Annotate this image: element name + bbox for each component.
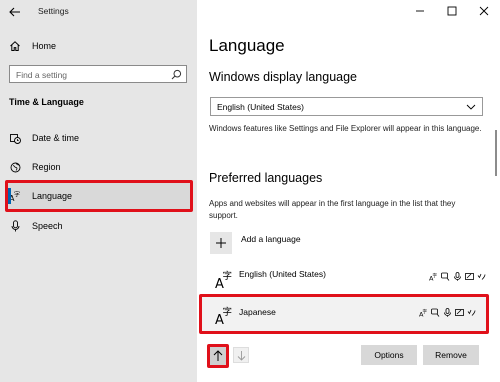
text-to-speech-icon [441, 268, 450, 281]
home-icon [8, 39, 22, 53]
globe-region-icon [9, 161, 21, 173]
handwriting-icon [465, 268, 474, 280]
page-title: Language [209, 36, 285, 55]
svg-text:字: 字 [433, 272, 438, 279]
language-glyph-icon: A字 [215, 306, 233, 326]
add-language-button[interactable]: Add a language [210, 231, 301, 255]
main-panel: Language Windows display language Englis… [197, 0, 500, 382]
display-language-feature-icon: A字 [419, 304, 428, 319]
close-icon [479, 6, 489, 16]
sidebar-item-label: Speech [32, 221, 63, 231]
move-up-button[interactable] [207, 344, 229, 368]
scrollbar[interactable] [495, 130, 497, 176]
language-features: A字 [419, 304, 476, 319]
text-to-speech-icon [431, 304, 440, 317]
add-language-label: Add a language [241, 233, 301, 244]
language-features: A字 [429, 268, 486, 283]
display-language-heading: Windows display language [209, 70, 358, 84]
preferred-languages-heading: Preferred languages [209, 171, 323, 185]
language-name: Japanese [239, 307, 276, 317]
sidebar-item-speech[interactable]: Speech [5, 212, 193, 240]
speech-recognition-icon [443, 304, 452, 317]
title-bar: Settings [0, 0, 197, 24]
chevron-down-icon [466, 104, 476, 110]
close-button[interactable] [468, 0, 500, 22]
plus-icon [210, 232, 232, 254]
move-down-button[interactable] [233, 347, 249, 363]
display-language-description: Windows features like Settings and File … [209, 124, 482, 133]
display-language-feature-icon: A字 [429, 268, 438, 283]
language-glyph-icon: A字 [215, 270, 233, 290]
microphone-icon [9, 220, 21, 232]
display-language-dropdown[interactable]: English (United States) [210, 97, 483, 116]
back-button[interactable] [7, 4, 23, 20]
basic-typing-icon [467, 304, 476, 316]
app-title: Settings [38, 6, 69, 16]
language-item-japanese[interactable]: A字 Japanese A字 [199, 294, 489, 334]
speech-recognition-icon [453, 268, 462, 281]
minimize-button[interactable] [404, 0, 436, 22]
sidebar-item-label: Language [32, 191, 73, 201]
home-label: Home [32, 41, 57, 51]
maximize-icon [447, 6, 457, 16]
dropdown-value: English (United States) [217, 102, 304, 112]
svg-text:字: 字 [14, 191, 20, 199]
sidebar: Settings Home Find a setting Time & Lang… [0, 0, 197, 382]
arrow-up-icon [213, 350, 223, 361]
language-name: English (United States) [239, 269, 326, 279]
arrow-down-icon [237, 350, 245, 361]
basic-typing-icon [477, 268, 486, 280]
back-arrow-icon [9, 7, 20, 17]
options-button[interactable]: Options [361, 345, 417, 365]
sidebar-item-label: Region [32, 162, 61, 172]
calendar-clock-icon [9, 132, 21, 144]
home-link[interactable]: Home [8, 37, 56, 55]
language-item-english[interactable]: A字 English (United States) A字 [209, 264, 489, 297]
search-icon[interactable] [171, 69, 182, 80]
search-placeholder: Find a setting [16, 69, 68, 80]
maximize-button[interactable] [436, 0, 468, 22]
preferred-languages-description: Apps and websites will appear in the fir… [209, 199, 456, 220]
handwriting-icon [455, 304, 464, 316]
sidebar-item-language[interactable]: A字 Language [5, 180, 193, 212]
svg-text:字: 字 [223, 306, 233, 318]
sidebar-item-label: Date & time [32, 133, 80, 143]
minimize-icon [416, 10, 424, 12]
svg-text:字: 字 [423, 308, 428, 315]
sidebar-item-date-time[interactable]: Date & time [5, 124, 193, 152]
selection-accent [8, 188, 11, 204]
window-controls [404, 0, 500, 22]
sidebar-item-region[interactable]: Region [5, 153, 193, 181]
svg-text:字: 字 [223, 270, 233, 282]
section-title: Time & Language [9, 97, 84, 107]
search-input[interactable]: Find a setting [9, 65, 187, 83]
remove-button[interactable]: Remove [423, 345, 479, 365]
